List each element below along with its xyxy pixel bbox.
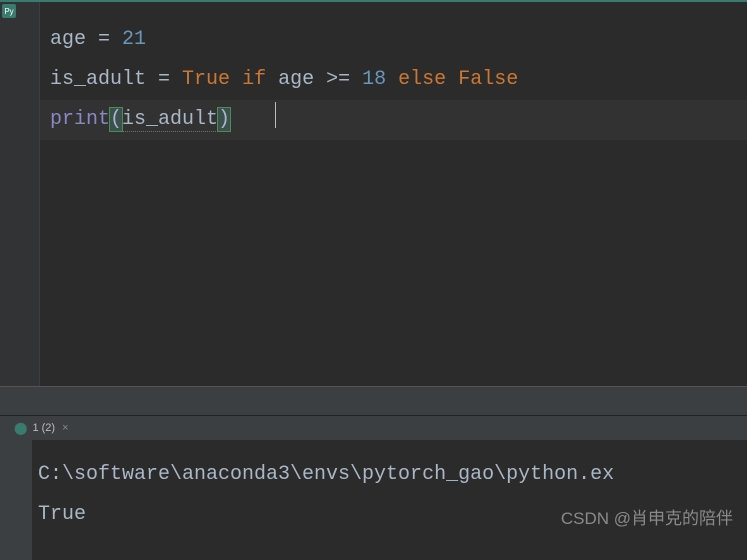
watermark-text: CSDN @肖申克的陪伴 (561, 504, 733, 529)
token-paren-match: ) (218, 108, 230, 131)
token-variable: is_adult (122, 108, 218, 132)
token-boolean: True (182, 68, 230, 91)
editor-gutter: Py (0, 2, 40, 386)
file-type-badge: Py (2, 4, 16, 18)
token-paren-match: ( (110, 108, 122, 131)
code-editor[interactable]: Py age = 21 is_adult = True if age >= 18… (0, 0, 747, 386)
caret-icon (275, 102, 276, 128)
token-number: 18 (362, 68, 386, 91)
python-icon: ⬤ (14, 421, 27, 435)
code-line[interactable]: age = 21 (50, 20, 747, 60)
code-line[interactable]: is_adult = True if age >= 18 else False (50, 60, 747, 100)
token-variable: is_adult (50, 68, 146, 91)
token-variable: age (278, 68, 314, 91)
run-tab-label: 1 (2) (32, 422, 55, 434)
token-number: 21 (122, 28, 146, 51)
code-content[interactable]: age = 21 is_adult = True if age >= 18 el… (0, 2, 747, 140)
token-keyword: if (242, 68, 266, 91)
token-operator: >= (314, 68, 362, 91)
code-line[interactable]: print(is_adult) (50, 100, 747, 140)
token-keyword: else (398, 68, 446, 91)
token-boolean: False (458, 68, 518, 91)
run-tab[interactable]: ⬤ 1 (2) × (8, 419, 75, 437)
panel-divider[interactable] (0, 386, 747, 416)
token-operator: = (86, 28, 122, 51)
close-icon[interactable]: × (62, 422, 68, 434)
console-line: C:\software\anaconda3\envs\pytorch_gao\p… (38, 455, 747, 495)
token-variable: age (50, 28, 86, 51)
console-gutter (0, 440, 32, 560)
run-tab-bar: ⬤ 1 (2) × (0, 416, 747, 440)
token-operator: = (146, 68, 182, 91)
token-function: print (50, 108, 110, 131)
